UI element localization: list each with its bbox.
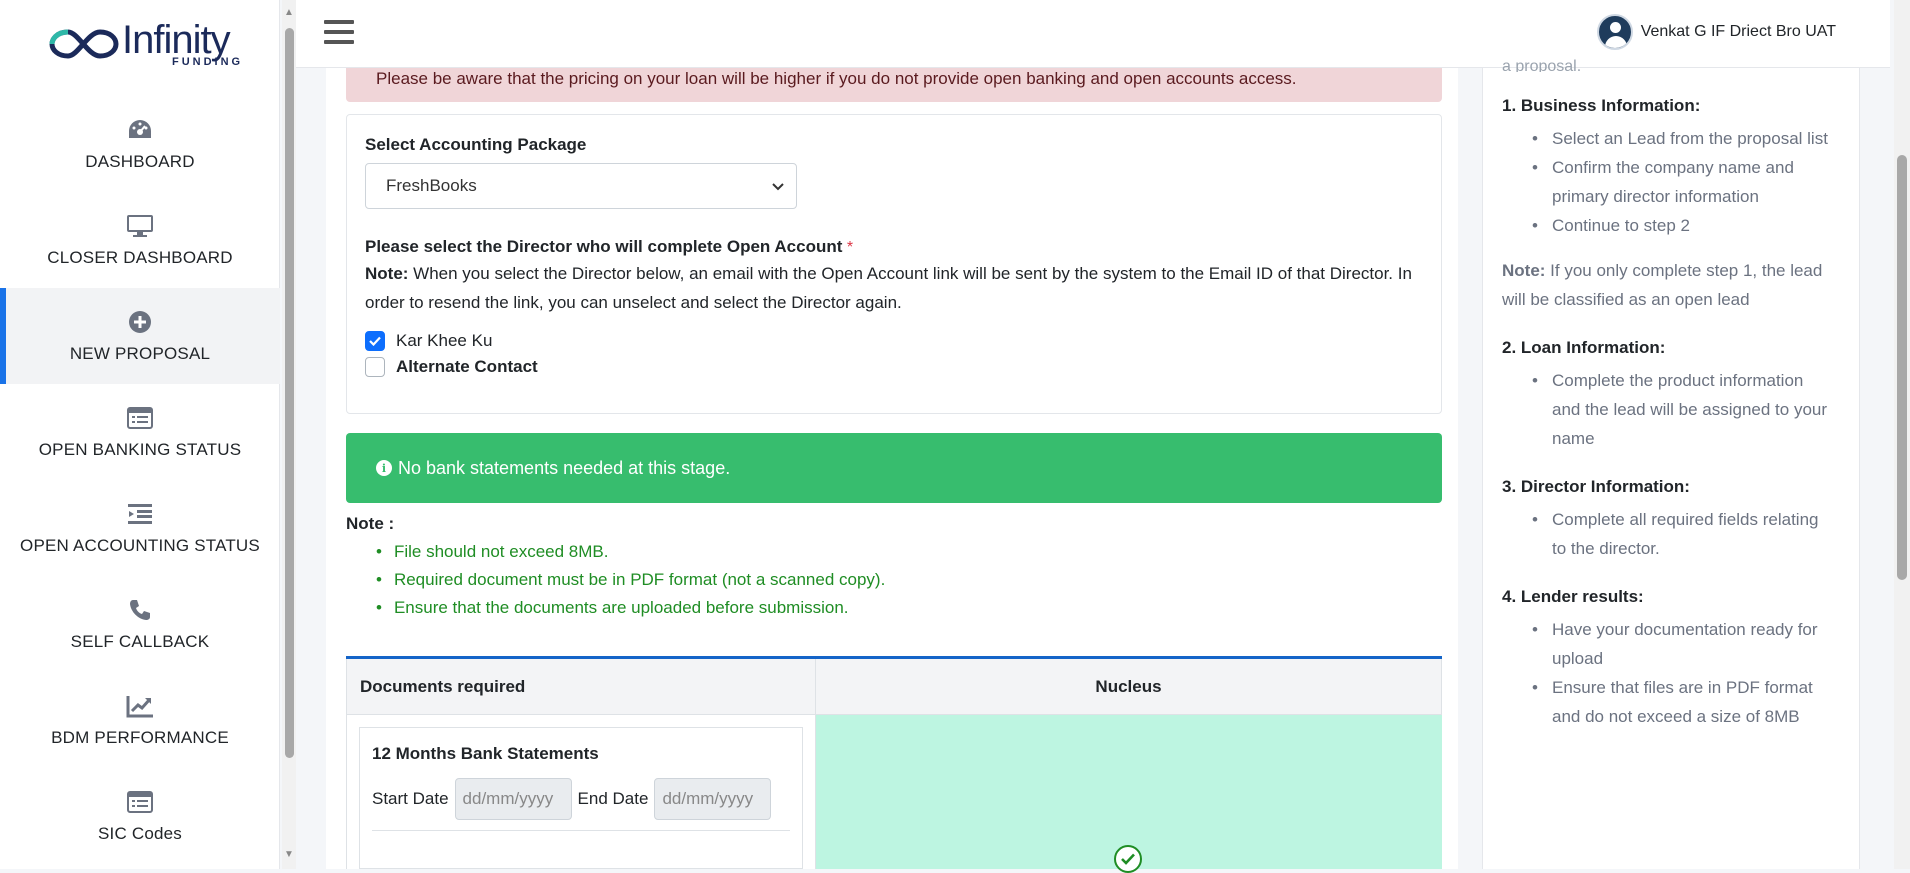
sidebar-item-bdm-performance[interactable]: BDM PERFORMANCE bbox=[0, 672, 280, 768]
sidebar-item-open-accounting-status[interactable]: OPEN ACCOUNTING STATUS bbox=[0, 480, 280, 576]
brand-name: Infinity bbox=[122, 18, 231, 62]
upload-notes: Note : File should not exceed 8MB. Requi… bbox=[346, 514, 1442, 622]
sidebar-item-sic-codes[interactable]: SIC Codes bbox=[0, 768, 280, 864]
help-note: Note: If you only complete step 1, the l… bbox=[1502, 256, 1835, 314]
start-date-label: Start Date bbox=[372, 789, 449, 808]
pricing-alert: Please be aware that the pricing on your… bbox=[346, 68, 1442, 102]
list-item: Complete the product information and the… bbox=[1532, 366, 1835, 453]
sidebar-item-closer-dashboard[interactable]: CLOSER DASHBOARD bbox=[0, 192, 280, 288]
sidebar-item-new-proposal[interactable]: NEW PROPOSAL bbox=[0, 288, 280, 384]
director-option-kar-khee-ku[interactable]: Kar Khee Ku bbox=[365, 331, 1423, 351]
list-item: Confirm the company name and primary dir… bbox=[1532, 153, 1835, 211]
user-name: Venkat G IF Driect Bro UAT bbox=[1640, 23, 1836, 40]
dashboard-icon bbox=[126, 116, 154, 144]
help-section-title: 4. Lender results: bbox=[1502, 587, 1644, 606]
sidebar-scroll-thumb[interactable] bbox=[285, 28, 294, 758]
list-card-icon bbox=[126, 404, 154, 432]
help-section-title: 1. Business Information: bbox=[1502, 96, 1701, 115]
list-item: Ensure that the documents are uploaded b… bbox=[376, 594, 1442, 622]
nucleus-cell bbox=[816, 715, 1442, 873]
user-menu[interactable]: Venkat G IF Driect Bro UAT bbox=[1596, 14, 1836, 50]
sidebar-item-label: OPEN ACCOUNTING STATUS bbox=[20, 536, 260, 555]
column-header-nucleus: Nucleus bbox=[816, 659, 1442, 714]
sidebar: Infinity FUNDING DASHBOARD CLOSER DASHBO… bbox=[0, 0, 280, 869]
note-text: When you select the Director below, an e… bbox=[365, 264, 1412, 312]
list-item: Continue to step 2 bbox=[1532, 211, 1835, 240]
indent-list-icon bbox=[126, 500, 154, 528]
bank-statements-doc-card: 12 Months Bank Statements Start Date dd/… bbox=[359, 727, 803, 869]
required-marker: * bbox=[846, 239, 854, 256]
help-panel: a proposal. 1. Business Information: Sel… bbox=[1482, 58, 1860, 869]
director-note: Note: When you select the Director below… bbox=[365, 259, 1425, 317]
monitor-icon bbox=[126, 212, 154, 240]
sidebar-scrollbar[interactable]: ▲ ▼ bbox=[282, 0, 296, 869]
checkbox-label: Kar Khee Ku bbox=[396, 331, 493, 350]
help-note-text: If you only complete step 1, the lead wi… bbox=[1502, 261, 1823, 309]
scroll-down-arrow-icon[interactable]: ▼ bbox=[284, 850, 294, 860]
sidebar-item-label: DASHBOARD bbox=[85, 152, 195, 171]
sidebar-item-label: NEW PROPOSAL bbox=[69, 344, 211, 363]
sidebar-item-dashboard[interactable]: DASHBOARD bbox=[0, 96, 280, 192]
sidebar-item-open-banking-status[interactable]: OPEN BANKING STATUS bbox=[0, 384, 280, 480]
accounting-package-value: FreshBooks bbox=[386, 176, 477, 195]
column-header-documents: Documents required bbox=[346, 659, 816, 714]
help-cut-text: a proposal. bbox=[1502, 58, 1582, 72]
sidebar-nav: DASHBOARD CLOSER DASHBOARD NEW PROPOSAL … bbox=[0, 96, 280, 864]
accounting-package-label: Select Accounting Package bbox=[365, 135, 587, 154]
doc-upload-area[interactable] bbox=[372, 830, 790, 860]
scroll-up-arrow-icon[interactable]: ▲ bbox=[284, 8, 294, 18]
sidebar-item-label: SELF CALLBACK bbox=[70, 632, 210, 651]
list-item: Ensure that files are in PDF format and … bbox=[1532, 673, 1835, 731]
sidebar-item-self-callback[interactable]: SELF CALLBACK bbox=[0, 576, 280, 672]
help-note-label: Note: bbox=[1502, 261, 1546, 280]
info-icon: i bbox=[376, 460, 392, 476]
chevron-down-icon bbox=[772, 176, 784, 196]
accounting-card: Select Accounting Package FreshBooks Ple… bbox=[346, 114, 1442, 414]
table-row: 12 Months Bank Statements Start Date dd/… bbox=[346, 715, 1442, 873]
documents-table: Documents required Nucleus 12 Months Ban… bbox=[346, 656, 1442, 873]
list-item: Required document must be in PDF format … bbox=[376, 566, 1442, 594]
hamburger-menu-icon[interactable] bbox=[324, 20, 354, 46]
note-label: Note: bbox=[365, 264, 409, 283]
sidebar-item-label: SIC Codes bbox=[97, 824, 182, 843]
director-option-alternate-contact[interactable]: Alternate Contact bbox=[365, 357, 1423, 377]
doc-title: 12 Months Bank Statements bbox=[372, 744, 599, 763]
checkbox-unchecked[interactable] bbox=[365, 357, 385, 377]
end-date-input[interactable]: dd/mm/yyyy bbox=[654, 778, 772, 820]
checkbox-label: Alternate Contact bbox=[396, 357, 538, 376]
help-section-title: 3. Director Information: bbox=[1502, 477, 1690, 496]
accounting-package-select[interactable]: FreshBooks bbox=[365, 163, 797, 209]
plus-circle-icon bbox=[126, 308, 154, 336]
chart-line-icon bbox=[126, 692, 154, 720]
sidebar-item-label: OPEN BANKING STATUS bbox=[38, 440, 242, 459]
help-section-title: 2. Loan Information: bbox=[1502, 338, 1666, 357]
infinity-funding-logo[interactable]: Infinity FUNDING bbox=[48, 14, 248, 74]
main-content: Please be aware that the pricing on your… bbox=[326, 68, 1458, 873]
director-select-label: Please select the Director who will comp… bbox=[365, 237, 843, 256]
list-item: Have your documentation ready for upload bbox=[1532, 615, 1835, 673]
table-header: Documents required Nucleus bbox=[346, 659, 1442, 715]
start-date-input[interactable]: dd/mm/yyyy bbox=[454, 778, 572, 820]
bank-statements-alert-text: No bank statements needed at this stage. bbox=[398, 457, 731, 478]
list-item: Complete all required fields relating to… bbox=[1532, 505, 1835, 563]
sidebar-item-label: CLOSER DASHBOARD bbox=[47, 248, 233, 267]
sidebar-item-label: BDM PERFORMANCE bbox=[51, 728, 229, 747]
phone-icon bbox=[126, 596, 154, 624]
list-card-icon bbox=[126, 788, 154, 816]
page-scrollbar[interactable] bbox=[1894, 0, 1910, 869]
end-date-label: End Date bbox=[577, 789, 649, 808]
checkbox-checked[interactable] bbox=[365, 331, 385, 351]
notes-title: Note : bbox=[346, 514, 395, 533]
brand-sub: FUNDING bbox=[172, 56, 244, 68]
avatar bbox=[1596, 14, 1633, 50]
list-item: Select an Lead from the proposal list bbox=[1532, 124, 1835, 153]
list-item: File should not exceed 8MB. bbox=[376, 538, 1442, 566]
infinity-logo-icon bbox=[49, 29, 119, 59]
bank-statements-alert: i No bank statements needed at this stag… bbox=[346, 433, 1442, 503]
page-scroll-thumb[interactable] bbox=[1897, 155, 1907, 580]
